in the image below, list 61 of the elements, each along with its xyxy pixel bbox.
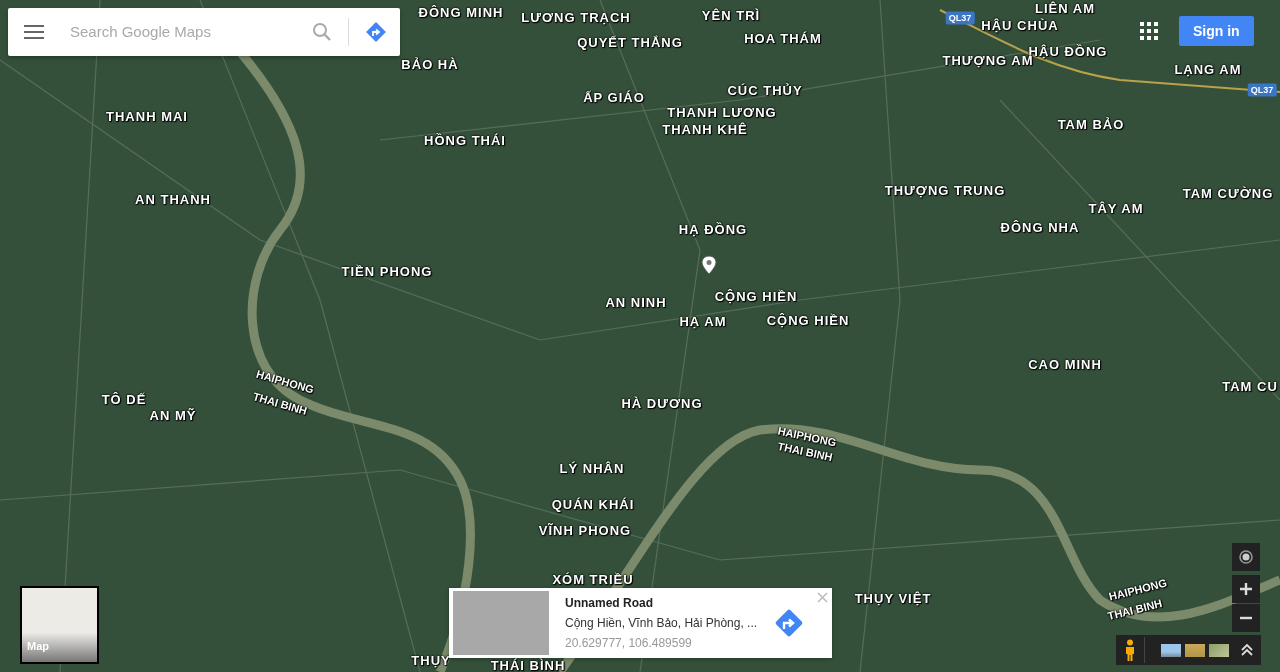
place-label: CÚC THỦY [727, 83, 803, 97]
location-pin-icon[interactable] [700, 255, 718, 275]
place-label: TAM CƯỜNG [1182, 186, 1274, 200]
road-number-label: QL37 [1247, 83, 1277, 97]
place-label: VĨNH PHONG [538, 523, 632, 537]
place-label: ẤP GIÁO [583, 90, 645, 104]
place-label: THANH LƯƠNG [667, 105, 777, 119]
place-label: HẠ ĐỒNG [678, 222, 748, 236]
place-label: LƯƠNG TRẠCH [521, 10, 631, 24]
place-label: CAO MINH [1028, 357, 1102, 371]
sign-in-button[interactable]: Sign in [1179, 16, 1254, 46]
place-label: LẠNG AM [1174, 62, 1242, 76]
place-label: AN NINH [605, 295, 667, 309]
plus-icon [1240, 583, 1252, 595]
place-label: TÂY AM [1088, 201, 1144, 215]
place-label: THỤY VIỆT [854, 591, 932, 605]
place-label: TAM CU [1222, 379, 1278, 393]
road-number-label: QL37 [945, 11, 975, 25]
place-label: THANH MAI [106, 109, 188, 123]
place-label: AN THANH [135, 192, 211, 206]
place-label: THÁI BÌNH [490, 658, 566, 672]
place-label: QUÁN KHÁI [551, 497, 635, 511]
place-label: LÝ NHÂN [559, 461, 625, 475]
place-label: THƯỢNG TRUNG [884, 183, 1006, 197]
place-address: Cộng Hiền, Vĩnh Bảo, Hải Phòng, ... [565, 615, 758, 632]
place-label: CỘNG HIỀN [714, 289, 798, 303]
place-label: HỒNG THÁI [424, 133, 506, 147]
apps-grid-icon[interactable] [1140, 22, 1158, 40]
place-label: CỘNG HIỀN [766, 313, 850, 327]
satellite-map-tile[interactable] [0, 0, 1280, 672]
place-label: TÔ DẾ [101, 392, 147, 406]
zoom-in-button[interactable] [1232, 575, 1260, 603]
place-label: TAM BẢO [1057, 117, 1125, 131]
place-label: HẬU CHÙA [981, 18, 1059, 32]
location-target-icon [1238, 549, 1254, 565]
place-label: TIỀN PHONG [341, 264, 433, 278]
my-location-button[interactable] [1232, 543, 1260, 571]
place-label: ĐÔNG NHA [1000, 220, 1080, 234]
place-label: YÊN TRÌ [701, 8, 761, 22]
place-label: AN MỸ [149, 408, 197, 422]
imagery-thumbnail[interactable] [1209, 643, 1229, 657]
zoom-out-button[interactable] [1232, 604, 1260, 632]
pegman-icon[interactable] [1124, 639, 1136, 661]
imagery-thumbnail[interactable] [1161, 643, 1181, 657]
menu-icon[interactable] [24, 25, 44, 39]
place-label: ĐÔNG MINH [418, 5, 504, 19]
place-label: XÓM TRIỀU [552, 572, 634, 586]
place-label: THANH KHÊ [662, 122, 748, 136]
place-label: QUYẾT THẮNG [577, 35, 683, 49]
place-label: BẢO HÀ [401, 57, 459, 71]
imagery-thumbnail[interactable] [1185, 643, 1205, 657]
expand-icon[interactable] [1241, 644, 1253, 656]
search-field[interactable]: Search Google Maps [8, 8, 400, 56]
place-label: HẠ AM [679, 314, 727, 328]
place-title: Unnamed Road [565, 595, 654, 612]
map-view-toggle[interactable]: Map [20, 586, 99, 664]
place-label: LIÊN AM [1035, 1, 1095, 15]
place-label: HOA THÁM [744, 31, 822, 45]
place-label: THỤY [411, 653, 451, 667]
place-label: HÀ DƯƠNG [621, 396, 703, 410]
place-coordinates: 20.629777, 106.489599 [565, 635, 693, 652]
